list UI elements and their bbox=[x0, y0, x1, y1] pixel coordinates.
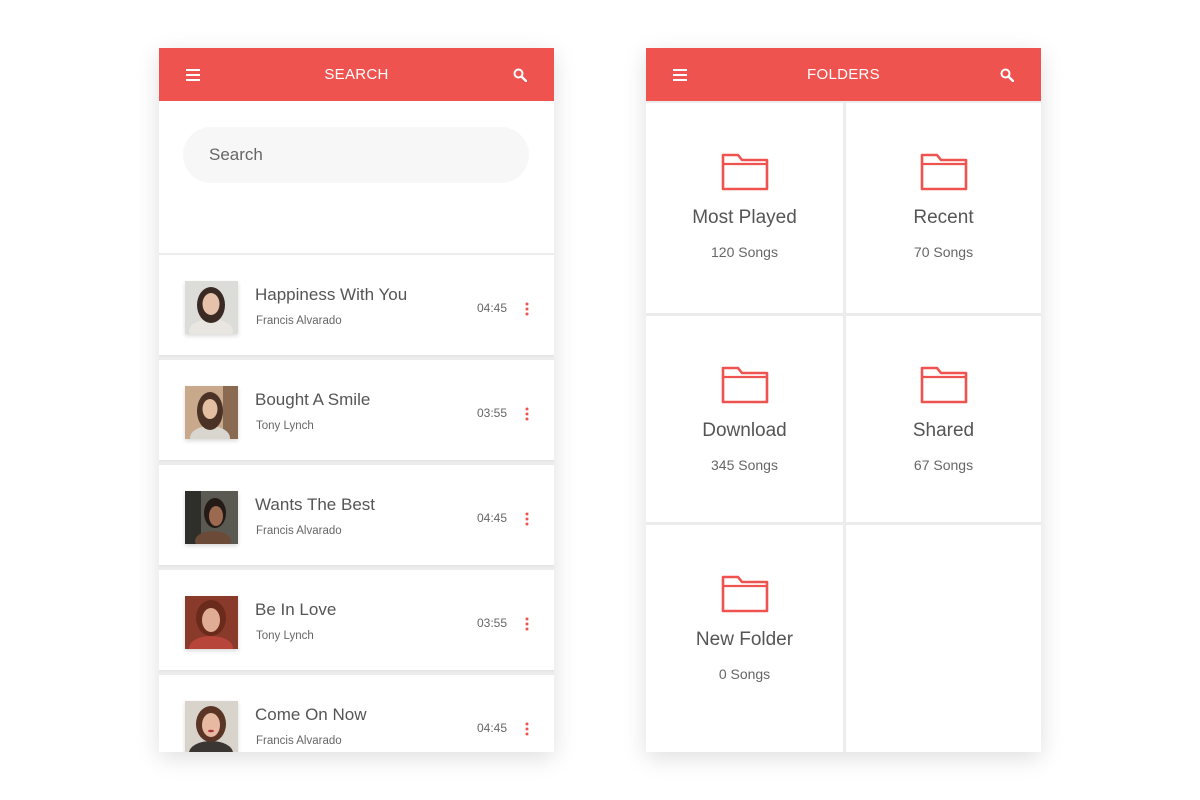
album-thumbnail bbox=[185, 491, 238, 544]
list-item[interactable]: Bought A Smile Tony Lynch 03:55 bbox=[159, 360, 554, 460]
folder-tile[interactable]: Recent 70 Songs bbox=[846, 103, 1041, 313]
folder-name: Shared bbox=[912, 420, 975, 441]
list-item[interactable]: Happiness With You Francis Alvarado 04:4… bbox=[159, 255, 554, 355]
album-thumbnail bbox=[185, 386, 238, 439]
more-options-icon[interactable] bbox=[522, 511, 532, 527]
page-title: SEARCH bbox=[324, 66, 389, 83]
folder-icon bbox=[721, 364, 769, 404]
menu-icon[interactable] bbox=[672, 67, 688, 83]
folder-icon bbox=[721, 151, 769, 191]
search-icon[interactable] bbox=[512, 67, 528, 83]
folder-icon bbox=[920, 151, 968, 191]
song-artist: Francis Alvarado bbox=[256, 525, 342, 537]
folder-song-count: 67 Songs bbox=[913, 457, 974, 473]
song-title: Happiness With You bbox=[255, 285, 408, 304]
folders-screen: FOLDERS Most Played 120 Songs Recent 70 … bbox=[646, 48, 1041, 752]
list-item[interactable]: Be In Love Tony Lynch 03:55 bbox=[159, 570, 554, 670]
folder-icon bbox=[721, 573, 769, 613]
album-thumbnail bbox=[185, 281, 238, 334]
folder-song-count: 345 Songs bbox=[711, 457, 778, 473]
album-thumbnail bbox=[185, 596, 238, 649]
song-artist: Tony Lynch bbox=[256, 420, 314, 432]
song-artist: Francis Alvarado bbox=[256, 315, 342, 327]
song-artist: Francis Alvarado bbox=[256, 735, 342, 747]
song-list: Happiness With You Francis Alvarado 04:4… bbox=[159, 253, 554, 752]
more-options-icon[interactable] bbox=[522, 721, 532, 737]
folder-name: Most Played bbox=[692, 207, 797, 228]
folder-name: Download bbox=[702, 420, 787, 441]
folder-tile[interactable]: Download 345 Songs bbox=[646, 316, 843, 522]
folder-song-count: 0 Songs bbox=[718, 666, 771, 682]
folder-tile[interactable]: New Folder 0 Songs bbox=[646, 525, 843, 752]
folders-header: FOLDERS bbox=[646, 48, 1041, 101]
song-artist: Tony Lynch bbox=[256, 630, 314, 642]
song-duration: 04:45 bbox=[477, 721, 508, 735]
album-thumbnail bbox=[185, 701, 238, 752]
folder-song-count: 120 Songs bbox=[711, 244, 778, 260]
folder-grid: Most Played 120 Songs Recent 70 Songs Do… bbox=[646, 101, 1041, 752]
folder-song-count: 70 Songs bbox=[913, 244, 974, 260]
menu-icon[interactable] bbox=[185, 67, 201, 83]
search-input[interactable] bbox=[183, 127, 529, 183]
search-screen: SEARCH Happiness With You Francis Alvara… bbox=[159, 48, 554, 752]
song-title: Bought A Smile bbox=[255, 390, 371, 409]
folder-name: Recent bbox=[913, 207, 974, 228]
song-duration: 03:55 bbox=[477, 616, 508, 630]
more-options-icon[interactable] bbox=[522, 406, 532, 422]
song-title: Wants The Best bbox=[255, 495, 375, 514]
song-title: Be In Love bbox=[255, 600, 337, 619]
page-title: FOLDERS bbox=[807, 66, 880, 83]
song-title: Come On Now bbox=[255, 705, 367, 724]
search-header: SEARCH bbox=[159, 48, 554, 101]
list-item[interactable]: Wants The Best Francis Alvarado 04:45 bbox=[159, 465, 554, 565]
search-icon[interactable] bbox=[999, 67, 1015, 83]
more-options-icon[interactable] bbox=[522, 616, 532, 632]
more-options-icon[interactable] bbox=[522, 301, 532, 317]
song-duration: 03:55 bbox=[477, 406, 508, 420]
folder-tile[interactable]: Shared 67 Songs bbox=[846, 316, 1041, 522]
song-duration: 04:45 bbox=[477, 301, 508, 315]
empty-tile bbox=[846, 525, 1041, 752]
folder-icon bbox=[920, 364, 968, 404]
list-item[interactable]: Come On Now Francis Alvarado 04:45 bbox=[159, 675, 554, 752]
search-area bbox=[159, 101, 554, 253]
song-duration: 04:45 bbox=[477, 511, 508, 525]
folder-name: New Folder bbox=[695, 629, 794, 650]
folder-tile[interactable]: Most Played 120 Songs bbox=[646, 103, 843, 313]
